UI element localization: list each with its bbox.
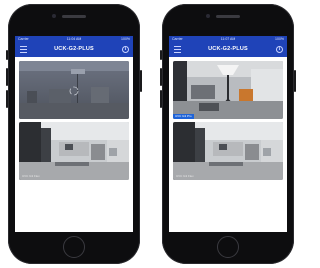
home-button[interactable]: [63, 236, 85, 258]
home-button[interactable]: [217, 236, 239, 258]
front-camera: [52, 14, 56, 18]
camera-name-label: UVC G3 Flex: [176, 174, 194, 178]
camera-feed[interactable]: UVC G3 Flex: [19, 122, 129, 180]
speaker-grille: [216, 15, 240, 18]
camera-name-badge: UVC G3 Pro: [173, 114, 194, 119]
speaker-grille: [62, 15, 86, 18]
phone-right: Carrier 11:07 AM 100% UCK-G2-PLUS i UVC …: [160, 4, 296, 264]
camera-feed[interactable]: UVC G3 Pro: [173, 61, 283, 119]
app-header: UCK-G2-PLUS i: [169, 42, 287, 57]
camera-feed-image: [173, 61, 283, 119]
front-camera: [206, 14, 210, 18]
camera-feed[interactable]: [19, 61, 129, 119]
camera-name-label: UVC G3 Flex: [22, 174, 40, 178]
info-icon[interactable]: i: [122, 45, 129, 53]
phone-left: Carrier 11:04 AM 100% UCK-G2-PLUS i UVC …: [6, 4, 142, 264]
app-header: UCK-G2-PLUS i: [15, 42, 133, 57]
camera-feed-image: [19, 122, 129, 180]
camera-feed[interactable]: UVC G3 Flex: [173, 122, 283, 180]
info-icon[interactable]: i: [276, 45, 283, 53]
phone-screen: Carrier 11:04 AM 100% UCK-G2-PLUS i UVC …: [15, 36, 133, 232]
app-title: UCK-G2-PLUS: [54, 46, 94, 52]
camera-list: UVC G3 Flex: [15, 57, 133, 180]
camera-feed-image: [19, 61, 129, 119]
camera-list: UVC G3 Pro UVC G3 Flex: [169, 57, 287, 180]
app-title: UCK-G2-PLUS: [208, 46, 248, 52]
camera-feed-image: [173, 122, 283, 180]
phone-screen: Carrier 11:07 AM 100% UCK-G2-PLUS i UVC …: [169, 36, 287, 232]
